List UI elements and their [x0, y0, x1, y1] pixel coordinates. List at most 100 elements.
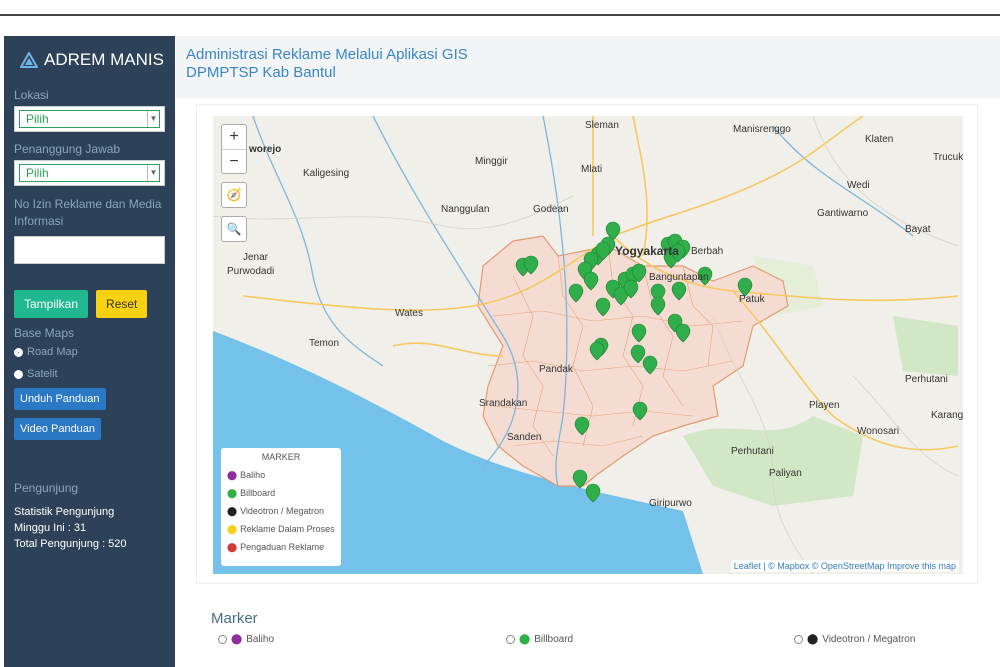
billboard-marker[interactable]: [583, 271, 599, 291]
video-panduan-button[interactable]: Video Panduan: [14, 418, 102, 440]
place-label: Paliyan: [769, 468, 802, 479]
chevron-down-icon: ▼: [147, 165, 159, 181]
legend-title: MARKER: [261, 452, 301, 462]
penanggung-select[interactable]: Pilih ▼: [14, 160, 165, 186]
page-header: Administrasi Reklame Melalui Aplikasi GI…: [176, 36, 1000, 98]
compass-button[interactable]: 🧭: [221, 182, 247, 208]
penanggung-label: Penanggung Jawab: [14, 142, 121, 156]
place-label: Wates: [395, 308, 423, 319]
brand-name: ADREM MANIS: [44, 50, 164, 69]
radio-icon: [506, 635, 515, 644]
pin-icon: ⬤: [227, 523, 238, 534]
minggu-ini: Minggu Ini : 31: [14, 522, 87, 534]
place-label: Sanden: [507, 432, 542, 443]
pin-icon: ⬤: [227, 541, 238, 552]
map-card: Sleman Manisrenggo Klaten worejo Trucuk …: [196, 104, 978, 584]
billboard-marker[interactable]: [631, 323, 647, 343]
place-label: Gantiwarno: [817, 208, 869, 219]
pengunjung-heading: Pengunjung: [14, 481, 79, 495]
visitor-stats: Pengunjung Statistik Pengunjung Minggu I…: [14, 480, 165, 552]
satelit-label: Satelit: [27, 368, 58, 380]
place-label: Yogyakarta: [615, 244, 679, 258]
zoom-in-button[interactable]: +: [222, 125, 246, 149]
browser-top-bar: [0, 0, 1000, 16]
marker-filter-panel: Marker ⬤ Baliho ⬤ Billboard ⬤ Videotron / M…: [196, 598, 978, 667]
radio-icon: [218, 635, 227, 644]
billboard-marker[interactable]: [589, 341, 605, 361]
place-label: Giripurwo: [649, 498, 692, 509]
place-label: Bayat: [905, 224, 931, 235]
map-legend: MARKER ⬤ Baliho ⬤ Billboard ⬤ Videotron / M…: [221, 448, 341, 566]
tampilkan-button[interactable]: Tampilkan: [14, 290, 89, 318]
place-label: Perhutani: [731, 446, 774, 457]
place-label: Manisrenggo: [733, 124, 791, 135]
place-label: Perhutani: [905, 374, 948, 385]
radio-icon: [794, 635, 803, 644]
billboard-marker[interactable]: [568, 283, 584, 303]
pin-icon: ⬤: [807, 634, 819, 645]
radio-icon: [14, 369, 23, 379]
legend-label: Reklame Dalam Proses: [240, 524, 335, 534]
place-label: Sleman: [585, 120, 619, 131]
map-attribution[interactable]: Leaflet | © Mapbox © OpenStreetMap Impro…: [730, 560, 959, 572]
road-map-label: Road Map: [27, 346, 78, 358]
chevron-down-icon: ▼: [147, 111, 159, 127]
legend-item-proses: ⬤ Reklame Dalam Proses: [227, 520, 335, 538]
search-icon: 🔍: [226, 222, 242, 236]
lokasi-select[interactable]: Pilih ▼: [14, 106, 165, 132]
zoom-control: + −: [221, 124, 247, 174]
billboard-marker[interactable]: [572, 469, 588, 489]
marker-option-label: Baliho: [246, 634, 275, 645]
brand-logo-icon: [20, 52, 38, 68]
place-label: Wonosari: [857, 426, 900, 437]
place-label: Godean: [533, 204, 569, 215]
penanggung-value: Pilih: [26, 166, 49, 180]
marker-option-videotron[interactable]: ⬤ Videotron / Megatron: [794, 634, 915, 645]
billboard-marker[interactable]: [642, 355, 658, 375]
road-map-radio[interactable]: Road Map: [14, 346, 165, 358]
legend-item-billboard: ⬤ Billboard: [227, 484, 335, 502]
satelit-radio[interactable]: Satelit: [14, 368, 165, 380]
unduh-panduan-button[interactable]: Unduh Panduan: [14, 388, 106, 410]
zoom-out-button[interactable]: −: [222, 149, 246, 173]
billboard-marker[interactable]: [595, 297, 611, 317]
pin-icon: ⬤: [519, 634, 531, 645]
radio-selected-icon: [14, 347, 23, 357]
marker-option-baliho[interactable]: ⬤ Baliho: [218, 634, 274, 645]
legend-item-pengaduan: ⬤ Pengaduan Reklame: [227, 538, 335, 556]
page-subtitle: DPMPTSP Kab Bantul: [186, 64, 336, 81]
izin-input[interactable]: [14, 236, 165, 264]
billboard-marker[interactable]: [671, 281, 687, 301]
lokasi-value: Pilih: [26, 112, 49, 126]
izin-label: No Izin Reklame dan Media Informasi: [14, 197, 162, 228]
legend-label: Baliho: [240, 470, 266, 480]
sidebar: ADREM MANIS Lokasi Pilih ▼ Penanggung Jaw…: [4, 36, 175, 667]
map[interactable]: Sleman Manisrenggo Klaten worejo Trucuk …: [213, 116, 963, 574]
legend-item-videotron: ⬤ Videotron / Megatron: [227, 502, 335, 520]
place-label: Playen: [809, 400, 840, 411]
billboard-marker[interactable]: [630, 344, 646, 364]
place-label: Klaten: [865, 134, 894, 145]
reset-button[interactable]: Reset: [96, 290, 148, 318]
place-label: Kaligesing: [303, 168, 350, 179]
place-label: Trucuk: [933, 152, 963, 163]
pin-icon: ⬤: [227, 505, 238, 516]
billboard-marker[interactable]: [650, 296, 666, 316]
legend-label: Pengaduan Reklame: [240, 542, 325, 552]
billboard-marker[interactable]: [632, 401, 648, 421]
marker-option-label: Billboard: [534, 634, 574, 645]
billboard-marker[interactable]: [574, 416, 590, 436]
billboard-marker[interactable]: [675, 323, 691, 343]
pin-icon: ⬤: [227, 487, 238, 498]
place-label: Wedi: [847, 180, 870, 191]
map-search-button[interactable]: 🔍: [221, 216, 247, 242]
place-label: Karang: [931, 410, 963, 421]
legend-label: Billboard: [240, 488, 276, 498]
marker-option-billboard[interactable]: ⬤ Billboard: [506, 634, 573, 645]
place-label: Banguntapan: [649, 272, 709, 283]
compass-icon: 🧭: [226, 188, 242, 202]
billboard-marker[interactable]: [585, 483, 601, 503]
pin-icon: ⬤: [227, 469, 238, 480]
statistik-label: Statistik Pengunjung: [14, 506, 115, 518]
marker-panel-title: Marker: [211, 610, 258, 627]
